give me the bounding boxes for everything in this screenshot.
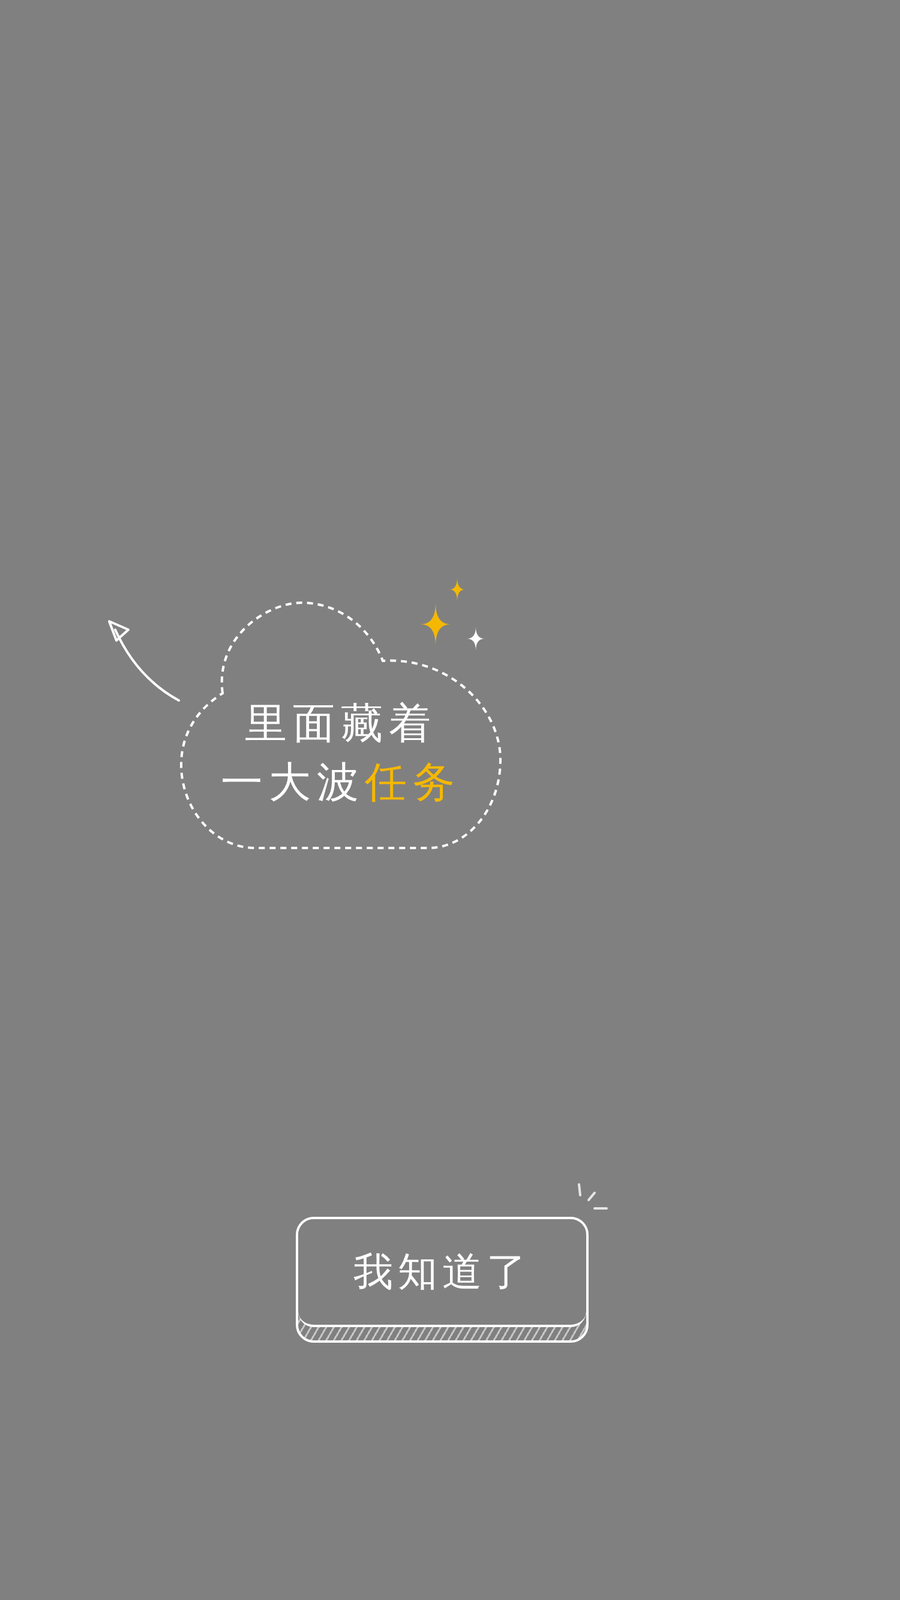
- tip-segment: 里面藏着: [244, 699, 437, 749]
- tip-line: 里面藏着: [244, 699, 437, 749]
- emphasis-ticks-icon: [574, 1182, 611, 1219]
- tip-segment: 一大波: [220, 757, 365, 807]
- pointer-arrow-icon: [100, 612, 185, 714]
- tip-text: 里面藏着一大波任务: [220, 645, 461, 807]
- tip-bubble: 里面藏着一大波任务: [178, 600, 503, 852]
- confirm-button[interactable]: 我知道了: [298, 1219, 587, 1328]
- sparkle-icon: [412, 570, 497, 660]
- tip-segment: 任务: [364, 757, 461, 807]
- guide-overlay: 里面藏着一大波任务我知道了: [0, 0, 900, 1600]
- confirm-button-frame: 我知道了: [295, 1217, 589, 1344]
- tip-line: 一大波任务: [220, 758, 461, 807]
